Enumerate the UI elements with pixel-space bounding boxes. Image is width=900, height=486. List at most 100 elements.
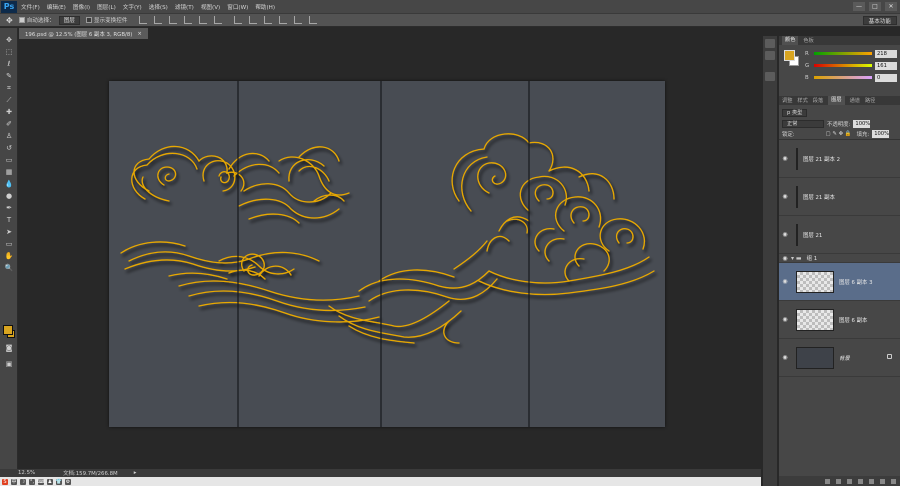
align-top-icon[interactable] bbox=[139, 16, 148, 24]
fill-input[interactable]: 100% bbox=[872, 130, 890, 138]
menu-select[interactable]: 选择(S) bbox=[149, 3, 168, 11]
layer-row[interactable]: ◉ 图层 6 副本 bbox=[779, 301, 900, 339]
blend-mode-dropdown[interactable]: 正常 bbox=[782, 119, 824, 128]
chinese-mode-icon[interactable]: 中 bbox=[11, 478, 17, 485]
move-tool-icon[interactable]: ✥ bbox=[6, 16, 13, 25]
foreground-color-swatch[interactable] bbox=[3, 325, 13, 335]
eye-icon[interactable]: ◉ bbox=[779, 255, 791, 262]
fx-icon[interactable] bbox=[836, 478, 841, 484]
properties-panel-icon[interactable] bbox=[765, 51, 775, 60]
mask-icon[interactable] bbox=[847, 478, 852, 484]
lock-icon[interactable]: ▢ ✎ ✥ 🔒 bbox=[826, 131, 852, 137]
info-panel-icon[interactable] bbox=[765, 72, 775, 81]
tab-styles[interactable]: 样式 bbox=[797, 97, 807, 104]
keyboard-icon[interactable]: ⌨ bbox=[37, 478, 45, 485]
align-right-icon[interactable] bbox=[214, 16, 223, 24]
close-button[interactable]: ✕ bbox=[885, 2, 897, 11]
brush-tool-icon[interactable]: ✐ bbox=[0, 118, 18, 130]
menu-edit[interactable]: 编辑(E) bbox=[47, 3, 66, 11]
tab-channels[interactable]: 通道 bbox=[850, 97, 860, 104]
sogou-ime-icon[interactable]: S bbox=[2, 478, 8, 485]
artboard[interactable] bbox=[109, 81, 665, 427]
canvas-area[interactable] bbox=[19, 39, 761, 469]
green-value[interactable]: 161 bbox=[875, 61, 897, 70]
history-panel-icon[interactable] bbox=[765, 39, 775, 48]
distribute-icon[interactable] bbox=[264, 16, 273, 24]
tab-color[interactable]: 颜色 bbox=[782, 36, 799, 45]
crop-tool-icon[interactable]: ⌗ bbox=[0, 82, 18, 94]
distribute-icon[interactable] bbox=[294, 16, 303, 24]
distribute-icon[interactable] bbox=[234, 16, 243, 24]
menu-help[interactable]: 帮助(H) bbox=[255, 3, 275, 11]
skin-icon[interactable]: 👕 bbox=[56, 478, 62, 485]
align-vcenter-icon[interactable] bbox=[154, 16, 163, 24]
zoom-level[interactable]: 12.5% bbox=[18, 470, 35, 476]
workspace-dropdown[interactable]: 基本功能 bbox=[862, 16, 897, 25]
gradient-tool-icon[interactable]: ▦ bbox=[0, 166, 18, 178]
lasso-tool-icon[interactable]: ℓ bbox=[0, 58, 18, 70]
screen-mode-icon[interactable]: ▣ bbox=[0, 358, 18, 370]
blur-tool-icon[interactable]: 💧 bbox=[0, 178, 18, 190]
layer-row-selected[interactable]: ◉ 图层 6 副本 3 bbox=[779, 263, 900, 301]
distribute-icon[interactable] bbox=[279, 16, 288, 24]
group-row[interactable]: ◉ ▾ ▬ 组 1 bbox=[779, 254, 900, 263]
align-bottom-icon[interactable] bbox=[169, 16, 178, 24]
link-icon[interactable] bbox=[825, 478, 830, 484]
eye-icon[interactable]: ◉ bbox=[779, 193, 791, 200]
stamp-tool-icon[interactable]: ♙ bbox=[0, 130, 18, 142]
tab-paragraph[interactable]: 段落 bbox=[813, 97, 823, 104]
eye-icon[interactable]: ◉ bbox=[779, 316, 791, 323]
document-tab[interactable]: 196.psd @ 12.5% (图层 6 副本 3, RGB/8) × bbox=[19, 28, 148, 39]
layer-row[interactable]: ◉ 图层 21 副本 bbox=[779, 178, 900, 216]
menu-filter[interactable]: 滤镜(T) bbox=[175, 3, 194, 11]
maximize-button[interactable]: □ bbox=[869, 2, 881, 11]
shape-tool-icon[interactable]: ▭ bbox=[0, 238, 18, 250]
tab-adjustments[interactable]: 调整 bbox=[782, 97, 792, 104]
kind-filter-dropdown[interactable]: p 类型 bbox=[782, 108, 808, 117]
punctuation-icon[interactable]: °, bbox=[29, 478, 35, 485]
eyedropper-tool-icon[interactable]: ⟋ bbox=[0, 94, 18, 106]
pen-tool-icon[interactable]: ✒ bbox=[0, 202, 18, 214]
transform-controls-checkbox[interactable] bbox=[85, 17, 92, 23]
foreground-swatch[interactable] bbox=[784, 50, 795, 61]
blue-value[interactable]: 0 bbox=[875, 73, 897, 82]
layer-row[interactable]: ◉ 图层 21 副本 2 bbox=[779, 140, 900, 178]
eye-icon[interactable]: ◉ bbox=[779, 155, 791, 162]
green-slider[interactable] bbox=[814, 64, 872, 67]
blue-slider[interactable] bbox=[814, 76, 872, 79]
eye-icon[interactable]: ◉ bbox=[779, 354, 791, 361]
menu-view[interactable]: 视图(V) bbox=[201, 3, 220, 11]
adjustment-icon[interactable] bbox=[858, 478, 863, 484]
tab-swatches[interactable]: 色板 bbox=[803, 37, 813, 44]
status-menu-arrow[interactable]: ▸ bbox=[134, 470, 137, 476]
distribute-icon[interactable] bbox=[249, 16, 258, 24]
layer-row[interactable]: ◉ 图层 21 bbox=[779, 216, 900, 254]
path-select-tool-icon[interactable]: ➤ bbox=[0, 226, 18, 238]
history-brush-tool-icon[interactable]: ↺ bbox=[0, 142, 18, 154]
zoom-tool-icon[interactable]: 🔍 bbox=[0, 262, 18, 274]
align-left-icon[interactable] bbox=[184, 16, 193, 24]
type-tool-icon[interactable]: T bbox=[0, 214, 18, 226]
folder-icon[interactable] bbox=[869, 478, 874, 484]
minimize-button[interactable]: — bbox=[853, 2, 865, 11]
background-layer-row[interactable]: ◉ 背景 bbox=[779, 339, 900, 377]
red-value[interactable]: 218 bbox=[875, 49, 897, 58]
new-layer-icon[interactable] bbox=[880, 478, 885, 484]
eye-icon[interactable]: ◉ bbox=[779, 231, 791, 238]
settings-icon[interactable]: ⚙ bbox=[65, 478, 71, 485]
user-icon[interactable]: ♟ bbox=[47, 478, 53, 485]
quick-select-tool-icon[interactable]: ✎ bbox=[0, 70, 18, 82]
red-slider[interactable] bbox=[814, 52, 872, 55]
moon-icon[interactable]: ☽ bbox=[20, 478, 26, 485]
hand-tool-icon[interactable]: ✋ bbox=[0, 250, 18, 262]
move-tool-icon[interactable]: ✥ bbox=[0, 34, 18, 46]
dodge-tool-icon[interactable]: ● bbox=[0, 190, 18, 202]
distribute-icon[interactable] bbox=[309, 16, 318, 24]
auto-select-checkbox[interactable] bbox=[18, 17, 25, 23]
menu-window[interactable]: 窗口(W) bbox=[227, 3, 248, 11]
menu-image[interactable]: 图像(I) bbox=[73, 3, 90, 11]
quick-mask-icon[interactable]: ◙ bbox=[0, 342, 18, 354]
close-icon[interactable]: × bbox=[137, 31, 142, 37]
align-hcenter-icon[interactable] bbox=[199, 16, 208, 24]
auto-select-dropdown[interactable]: 图层 bbox=[58, 15, 80, 25]
